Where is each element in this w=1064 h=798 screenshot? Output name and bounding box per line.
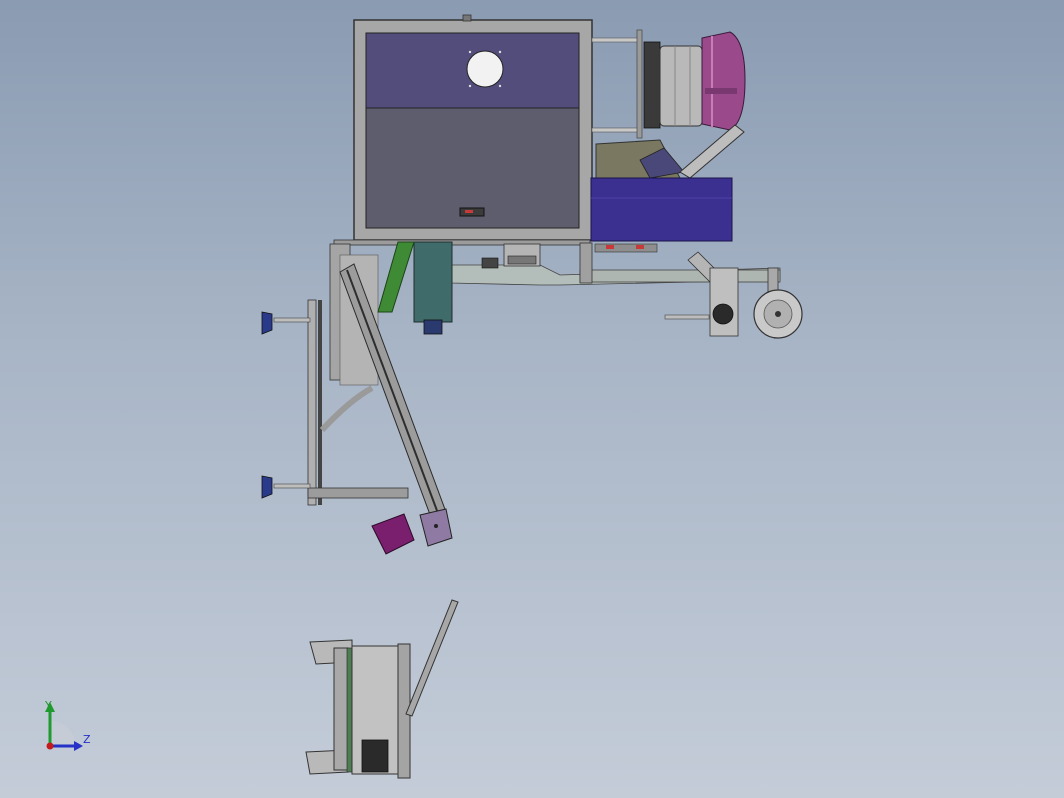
lower-dark-box: [361, 739, 389, 773]
mounting-plate: [507, 255, 537, 265]
hopper-assembly[interactable]: [590, 124, 745, 242]
cabinet-handle-indicator: [465, 210, 473, 213]
lower-assembly[interactable]: [305, 599, 459, 779]
cad-model-scene[interactable]: [0, 0, 1064, 798]
feeder-assembly[interactable]: [591, 29, 746, 139]
feeder-rod-post: [636, 29, 643, 139]
conveyor-end-bolt: [434, 524, 438, 528]
caster-bracket: [709, 267, 739, 337]
cabinet-round-port: [466, 50, 504, 88]
feeder-drum: [659, 45, 703, 127]
sensor-dot: [636, 245, 644, 249]
graphics-viewport[interactable]: Y Z: [0, 0, 1064, 798]
lower-frame-left: [333, 647, 349, 771]
port-screw: [468, 50, 472, 54]
caster-arm[interactable]: [664, 251, 803, 339]
sensor-strip: [594, 243, 658, 253]
triad-y-label: Y: [45, 699, 52, 712]
base-beam-lower: [579, 269, 781, 283]
leg-frame-vertical: [307, 299, 317, 506]
leveling-foot: [481, 257, 499, 269]
feeder-bowl-band: [705, 88, 737, 94]
triad-origin: [46, 742, 54, 750]
feeder-flange: [643, 41, 661, 129]
conveyor-motor: [371, 513, 415, 555]
motor-base: [423, 319, 443, 335]
caster-axle: [775, 311, 781, 317]
blue-control-box: [590, 177, 733, 242]
leveler-rod: [273, 483, 311, 489]
feeder-bowl: [701, 31, 746, 131]
leveler-foot: [261, 311, 273, 335]
leg-brace-curve: [319, 385, 374, 433]
triad-z-arrowhead: [74, 741, 83, 751]
feeder-rod: [591, 127, 641, 133]
leg-frame-vertical: [318, 300, 322, 505]
main-cabinet[interactable]: [353, 14, 593, 241]
base-rail: [333, 239, 591, 246]
sensor-dot: [606, 245, 614, 249]
lower-lever: [405, 599, 459, 717]
triad-z-label: Z: [83, 733, 91, 746]
leg-frame-bottom: [307, 487, 409, 499]
caster-rod: [664, 314, 710, 320]
green-chute: [377, 241, 415, 313]
teal-motor-block: [413, 241, 453, 323]
port-screw: [498, 50, 502, 54]
triad-plane: [50, 720, 76, 746]
cabinet-top-tab: [462, 14, 472, 22]
caster-hub: [712, 303, 734, 325]
base-post: [579, 242, 593, 284]
port-screw: [498, 84, 502, 88]
leveler-foot: [261, 475, 273, 499]
leveler-rod: [273, 317, 311, 323]
outfeed-arm: [679, 124, 745, 179]
port-screw: [468, 84, 472, 88]
feeder-rod: [591, 37, 641, 43]
